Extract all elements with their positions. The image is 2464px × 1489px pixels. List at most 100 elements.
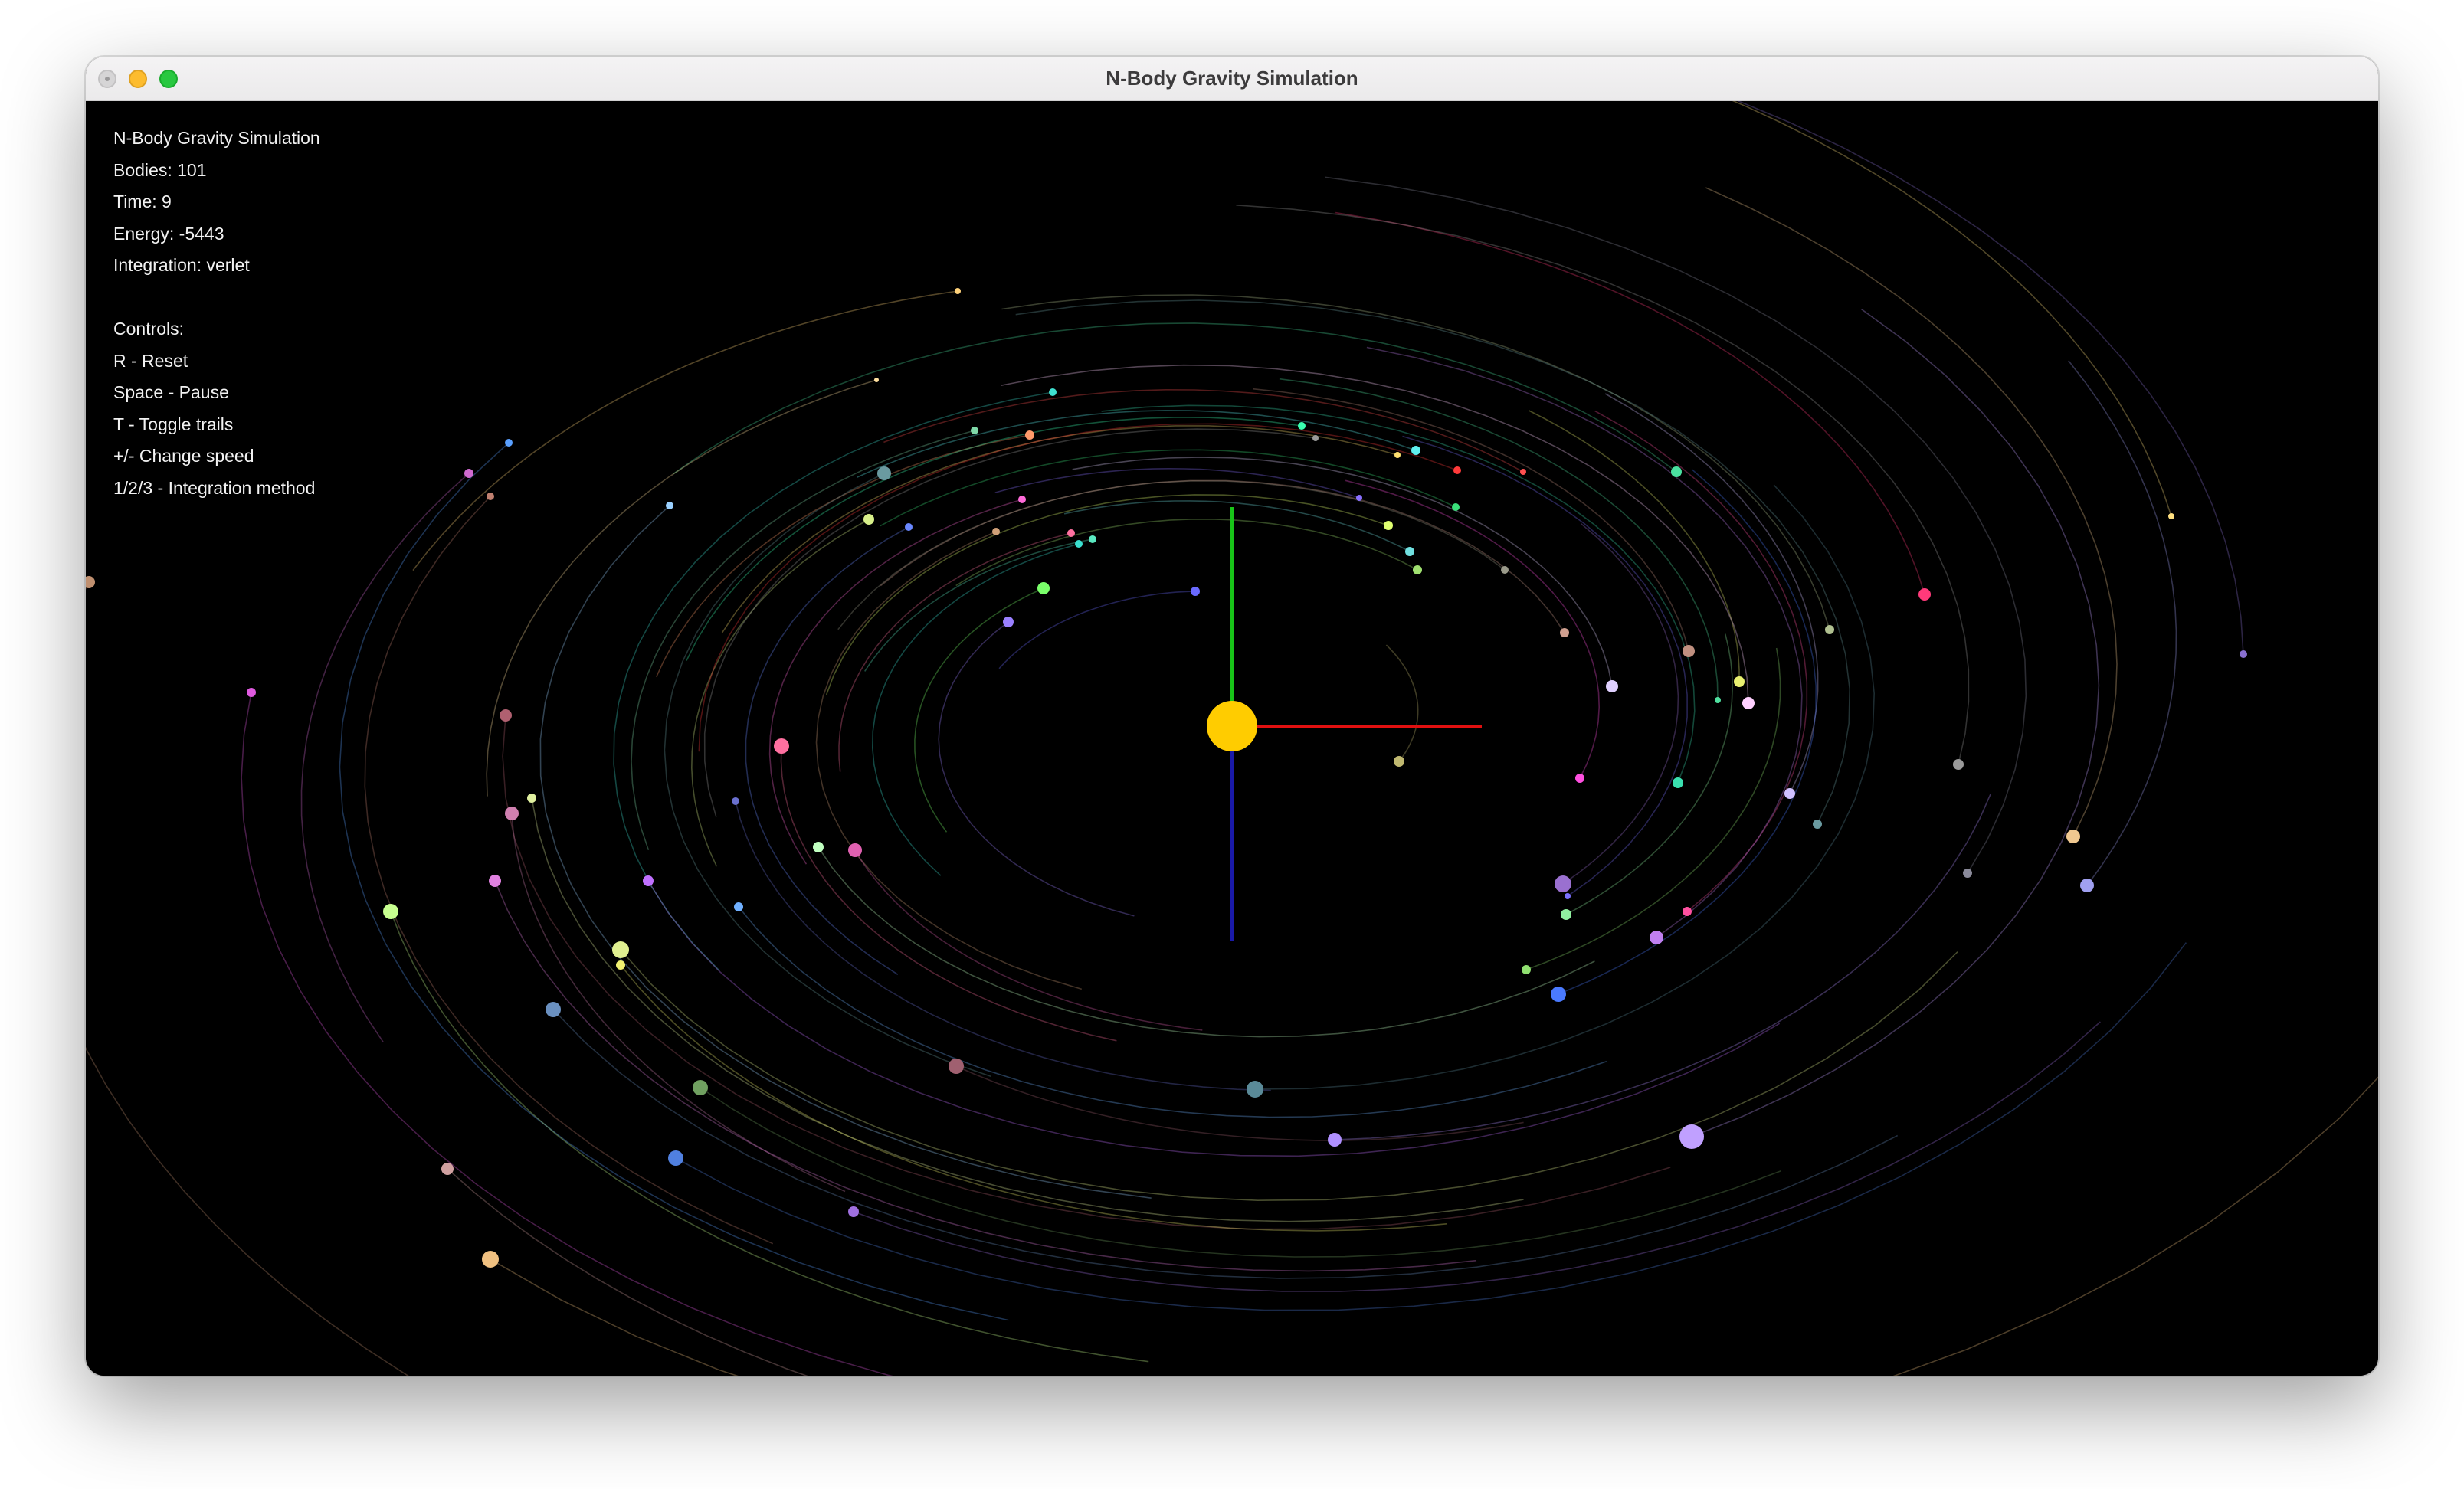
body: [1298, 422, 1306, 430]
body: [668, 1150, 683, 1166]
body: [848, 1206, 859, 1217]
hud-energy: Energy: -5443: [113, 223, 224, 244]
body: [877, 466, 891, 480]
body: [863, 514, 874, 525]
hud-integration: Integration: verlet: [113, 255, 250, 275]
body: [1522, 965, 1531, 974]
body: [1813, 820, 1822, 829]
orbit-trail: [539, 505, 1152, 1199]
orbit-trail: [838, 532, 1072, 772]
orbit-trail: [390, 911, 1149, 1363]
body: [487, 493, 494, 500]
body: [1501, 566, 1509, 574]
hud-time: Time: 9: [113, 191, 172, 211]
body: [732, 797, 739, 805]
body: [693, 1080, 708, 1095]
body: [1411, 446, 1420, 455]
orbit-trail: [768, 499, 1023, 865]
orbit-trail: [1001, 364, 1749, 704]
orbit-trail: [815, 531, 1083, 990]
body: [1328, 1133, 1342, 1147]
body: [1650, 931, 1663, 944]
orbit-trail: [871, 543, 1080, 876]
simulation-canvas[interactable]: N-Body Gravity Simulation Bodies: 101 Ti…: [86, 101, 2378, 1376]
body: [955, 288, 961, 294]
body: [1452, 503, 1460, 511]
body: [1742, 697, 1755, 709]
body: [1049, 388, 1057, 396]
body: [643, 875, 654, 886]
body: [1963, 869, 1972, 878]
body: [612, 941, 629, 958]
body: [1560, 628, 1569, 637]
body: [1825, 625, 1834, 634]
hud-overlay: N-Body Gravity Simulation Bodies: 101 Ti…: [113, 123, 320, 504]
body: [441, 1163, 454, 1175]
orbit-trail: [938, 621, 1135, 917]
orbit-trail: [721, 425, 1398, 633]
orbit-trail: [738, 906, 1607, 1118]
hud-control-integration: 1/2/3 - Integration method: [113, 477, 316, 498]
orbit-trail: [613, 391, 1053, 972]
orbit-trail: [655, 434, 1030, 678]
hud-bodies: Bodies: 101: [113, 159, 207, 180]
body: [1520, 469, 1526, 475]
body: [482, 1251, 499, 1268]
orbit-trail: [339, 442, 1009, 1321]
body: [1413, 565, 1422, 574]
orbit-trail: [837, 479, 1506, 630]
body: [489, 875, 501, 887]
orbit-trail: [1525, 647, 1781, 970]
orbit-trail: [1253, 388, 1689, 652]
body: [949, 1059, 964, 1074]
orbit-trail: [853, 1021, 2101, 1292]
hud-control-pause: Space - Pause: [113, 382, 229, 402]
body: [774, 738, 789, 754]
body: [1067, 529, 1075, 537]
orbit-trail: [1565, 633, 1733, 915]
body: [874, 378, 879, 382]
body: [1715, 697, 1721, 703]
body: [1356, 495, 1362, 501]
body: [464, 469, 473, 478]
body: [1025, 430, 1034, 440]
body: [1606, 680, 1618, 692]
orbit-trail: [494, 880, 1477, 1272]
orbit-trail: [620, 964, 1447, 1232]
body: [1683, 907, 1692, 916]
body: [1918, 588, 1931, 601]
orbit-trail: [1334, 794, 1991, 1140]
body: [2168, 513, 2174, 519]
body: [1075, 540, 1083, 548]
body: [546, 1002, 561, 1017]
orbit-trail: [914, 587, 1044, 833]
orbit-trail: [1015, 299, 1851, 825]
orbit-trail: [675, 942, 2187, 1311]
orbit-trail: [818, 846, 1595, 1038]
body: [905, 523, 913, 531]
title-bar[interactable]: N-Body Gravity Simulation: [86, 57, 2378, 101]
orbit-trail: [1385, 644, 1419, 762]
orbit-trail: [631, 430, 975, 850]
orbit-trail: [1529, 410, 1740, 682]
orbit-trail: [300, 473, 470, 1043]
hud-control-reset: R - Reset: [113, 350, 188, 371]
orbit-trail: [1604, 393, 1819, 794]
body: [1394, 756, 1404, 767]
body: [86, 576, 95, 588]
simulation-view: [86, 101, 2378, 1376]
orbit-trail: [854, 849, 1203, 1031]
app-window: N-Body Gravity Simulation N-Body Gravity…: [86, 57, 2378, 1376]
window-title: N-Body Gravity Simulation: [1106, 67, 1358, 90]
body: [2080, 879, 2094, 892]
body: [527, 794, 536, 803]
body: [383, 904, 398, 919]
body: [2240, 650, 2247, 658]
orbit-trail: [994, 467, 1360, 499]
body: [1565, 893, 1571, 899]
orbit-trail: [1705, 187, 2118, 837]
orbit-trail: [2068, 360, 2177, 886]
orbit-trail: [1691, 308, 2100, 1137]
body: [813, 842, 824, 852]
orbit-trail: [955, 518, 1418, 587]
